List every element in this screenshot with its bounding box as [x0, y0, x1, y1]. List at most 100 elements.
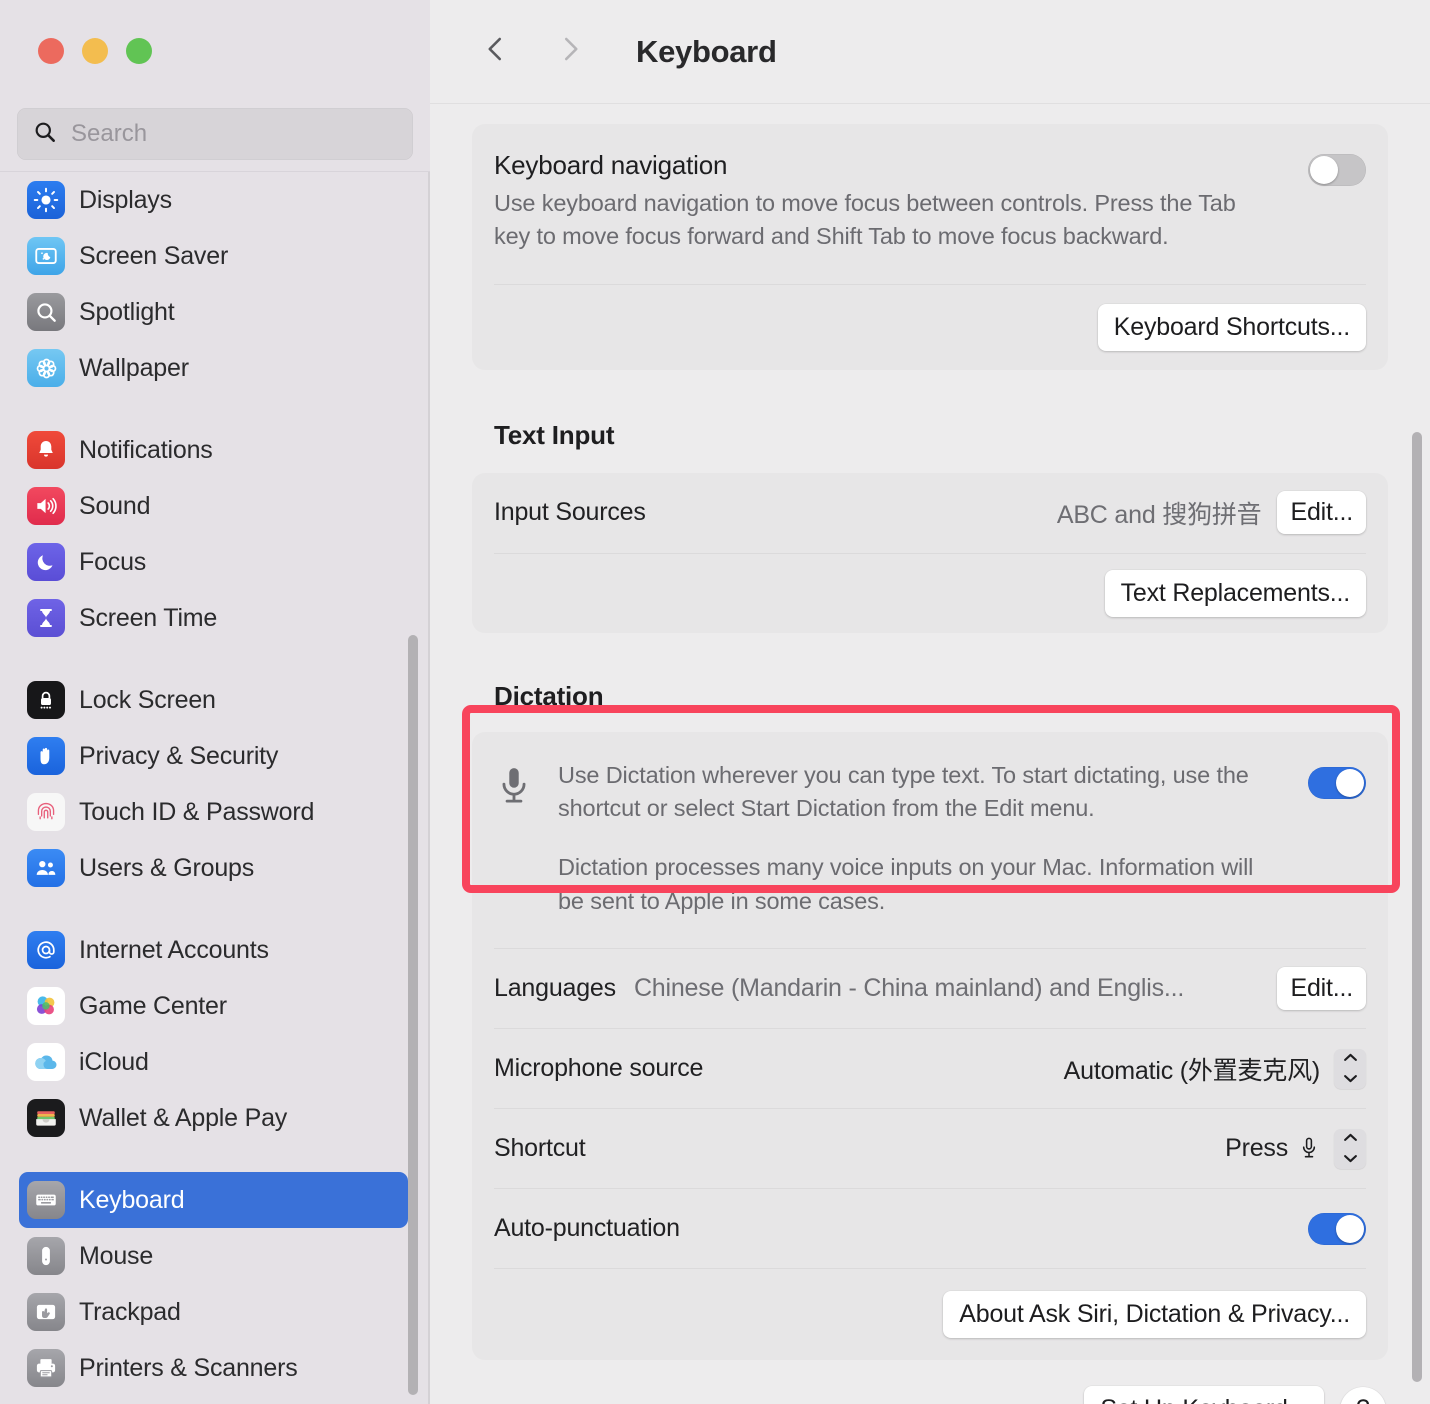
- users-groups-icon: [27, 849, 65, 887]
- sidebar-item-label: iCloud: [79, 1047, 149, 1076]
- search-field[interactable]: [17, 108, 413, 160]
- sidebar-item-icloud[interactable]: iCloud: [19, 1034, 408, 1090]
- icloud-icon: [27, 1043, 65, 1081]
- screen-time-icon: [27, 599, 65, 637]
- microphone-source-stepper[interactable]: [1334, 1048, 1366, 1089]
- sidebar-item-label: Spotlight: [79, 297, 175, 326]
- microphone-source-label: Microphone source: [494, 1054, 704, 1083]
- dictation-paragraph-1: Use Dictation wherever you can type text…: [558, 761, 1249, 822]
- sidebar-divider-2: [0, 646, 430, 672]
- printers-scanners-icon: [27, 1349, 65, 1387]
- dictation-paragraph-2: Dictation processes many voice inputs on…: [558, 854, 1254, 914]
- sidebar-item-game-center[interactable]: Game Center: [19, 978, 408, 1034]
- internet-accounts-icon: [27, 931, 65, 969]
- sidebar-group-2: Notifications Sound Focus Screen Time: [0, 422, 430, 646]
- shortcut-label: Shortcut: [494, 1134, 586, 1163]
- sidebar-item-label: Printers & Scanners: [79, 1353, 298, 1382]
- chevron-up-icon: [1343, 1129, 1358, 1147]
- text-input-section-title: Text Input: [494, 419, 615, 450]
- sidebar-item-label: Screen Saver: [79, 241, 229, 270]
- main-pane: Keyboard Keyboard navigation Use keyboar…: [430, 0, 1430, 1404]
- toggle-knob: [1336, 1214, 1364, 1243]
- sidebar-item-printers-scanners[interactable]: Printers & Scanners: [19, 1340, 408, 1396]
- sidebar-item-wallet-apple-pay[interactable]: Wallet & Apple Pay: [19, 1090, 408, 1146]
- sidebar-item-label: Touch ID & Password: [79, 797, 315, 826]
- sidebar-item-focus[interactable]: Focus: [19, 534, 408, 590]
- keyboard-navigation-row: Keyboard navigation Use keyboard navigat…: [494, 124, 1366, 284]
- languages-edit-button[interactable]: Edit...: [1277, 967, 1366, 1011]
- sidebar-group-1: Displays Screen Saver Spotlight Wallpape…: [0, 172, 430, 396]
- keyboard-navigation-description: Use keyboard navigation to move focus be…: [494, 190, 1236, 250]
- displays-icon: [27, 181, 65, 219]
- wallpaper-icon: [27, 349, 65, 387]
- trackpad-icon: [27, 1293, 65, 1331]
- sidebar-item-touch-id[interactable]: Touch ID & Password: [19, 784, 408, 840]
- keyboard-navigation-title: Keyboard navigation: [494, 150, 728, 180]
- dictation-toggle[interactable]: [1308, 766, 1366, 799]
- input-sources-value: ABC and 搜狗拼音: [1056, 500, 1262, 529]
- dictation-section-title: Dictation: [494, 680, 604, 711]
- forward-button[interactable]: [546, 28, 594, 76]
- window-traffic-lights: [38, 38, 152, 64]
- sidebar-item-label: Notifications: [79, 435, 213, 464]
- sidebar-item-label: Users & Groups: [79, 853, 255, 882]
- sidebar-item-users-groups[interactable]: Users & Groups: [19, 840, 408, 896]
- sidebar-item-trackpad[interactable]: Trackpad: [19, 1284, 408, 1340]
- keyboard-icon: [27, 1181, 65, 1219]
- sidebar-item-label: Focus: [79, 547, 147, 576]
- search-input[interactable]: [71, 120, 381, 148]
- languages-label: Languages: [494, 974, 616, 1003]
- auto-punctuation-label: Auto-punctuation: [494, 1214, 680, 1243]
- privacy-security-icon: [27, 737, 65, 775]
- sidebar-item-notifications[interactable]: Notifications: [19, 422, 408, 478]
- minimize-button[interactable]: [82, 38, 108, 64]
- input-sources-edit-button[interactable]: Edit...: [1277, 491, 1366, 535]
- sidebar-scroll-area[interactable]: Displays Screen Saver Spotlight Wallpape…: [0, 172, 430, 1404]
- sidebar-item-wallpaper[interactable]: Wallpaper: [19, 340, 408, 396]
- sidebar-item-mouse[interactable]: Mouse: [19, 1228, 408, 1284]
- toggle-knob: [1310, 156, 1338, 184]
- keyboard-shortcuts-row: Keyboard Shortcuts...: [494, 283, 1366, 370]
- sidebar-item-label: Mouse: [79, 1241, 154, 1270]
- settings-scroll-area[interactable]: Keyboard navigation Use keyboard navigat…: [430, 104, 1430, 1404]
- sidebar-item-screen-time[interactable]: Screen Time: [19, 590, 408, 646]
- sidebar-item-screen-saver[interactable]: Screen Saver: [19, 228, 408, 284]
- mouse-icon: [27, 1237, 65, 1275]
- text-replacements-row: Text Replacements...: [494, 552, 1366, 633]
- search-field-wrapper: [17, 108, 413, 160]
- wallet-apple-pay-icon: [27, 1099, 65, 1137]
- about-ask-siri-button[interactable]: About Ask Siri, Dictation & Privacy...: [943, 1291, 1366, 1339]
- auto-punctuation-toggle[interactable]: [1308, 1212, 1366, 1245]
- main-scrollbar[interactable]: [1412, 432, 1422, 1382]
- chevron-left-icon: [481, 34, 511, 69]
- sidebar-item-keyboard[interactable]: Keyboard: [19, 1172, 408, 1228]
- sidebar-item-displays[interactable]: Displays: [19, 172, 408, 228]
- shortcut-stepper[interactable]: [1334, 1128, 1366, 1169]
- languages-value: Chinese (Mandarin - China mainland) and …: [633, 974, 1185, 1003]
- system-settings-window: Displays Screen Saver Spotlight Wallpape…: [0, 0, 1430, 1404]
- sidebar-scrollbar[interactable]: [408, 635, 418, 1395]
- zoom-button[interactable]: [126, 38, 152, 64]
- sidebar-item-sound[interactable]: Sound: [19, 478, 408, 534]
- sidebar-item-internet-accounts[interactable]: Internet Accounts: [19, 922, 408, 978]
- lock-screen-icon: [27, 681, 65, 719]
- sidebar-item-label: Screen Time: [79, 603, 218, 632]
- help-button[interactable]: ?: [1340, 1386, 1386, 1404]
- sidebar-item-privacy-security[interactable]: Privacy & Security: [19, 728, 408, 784]
- focus-icon: [27, 543, 65, 581]
- dictation-card: Use Dictation wherever you can type text…: [472, 731, 1388, 1361]
- sidebar-item-label: Internet Accounts: [79, 935, 269, 964]
- question-mark-icon: ?: [1356, 1395, 1370, 1404]
- close-button[interactable]: [38, 38, 64, 64]
- back-button[interactable]: [472, 28, 520, 76]
- text-replacements-button[interactable]: Text Replacements...: [1104, 569, 1366, 617]
- sidebar-item-spotlight[interactable]: Spotlight: [19, 284, 408, 340]
- sidebar-item-label: Lock Screen: [79, 685, 216, 714]
- languages-row: Languages Chinese (Mandarin - China main…: [494, 948, 1366, 1028]
- auto-punctuation-row: Auto-punctuation: [494, 1188, 1366, 1268]
- sidebar-item-label: Wallet & Apple Pay: [79, 1103, 288, 1132]
- keyboard-shortcuts-button[interactable]: Keyboard Shortcuts...: [1097, 303, 1366, 351]
- keyboard-navigation-toggle[interactable]: [1308, 154, 1366, 186]
- sidebar-item-lock-screen[interactable]: Lock Screen: [19, 672, 408, 728]
- set-up-keyboard-button[interactable]: Set Up Keyboard...: [1084, 1386, 1324, 1404]
